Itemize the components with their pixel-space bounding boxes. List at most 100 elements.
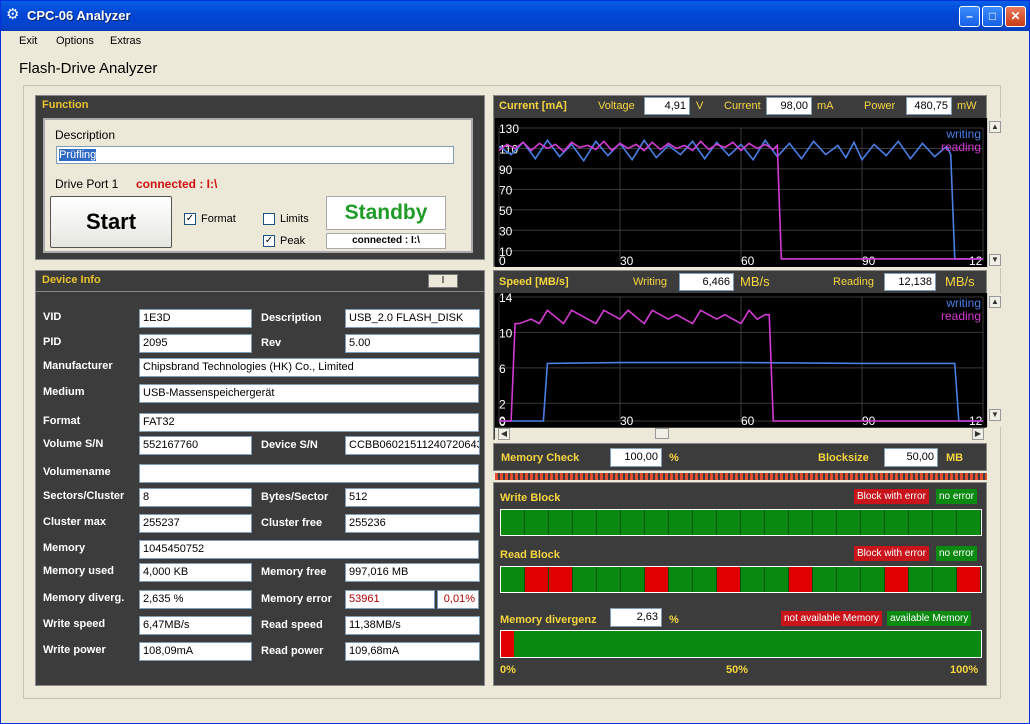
function-box: Description Prüfling Drive Port 1 connec… bbox=[43, 118, 473, 253]
device-label: PID bbox=[43, 336, 62, 348]
legend-reading: reading bbox=[941, 309, 981, 323]
device-value-3: 0,01% bbox=[437, 590, 479, 609]
device-value-2: 53961 bbox=[345, 590, 435, 609]
app-gear-icon: ⚙ bbox=[6, 6, 20, 23]
start-button[interactable]: Start bbox=[50, 196, 172, 248]
writing-unit: MB/s bbox=[740, 274, 770, 289]
connection-status: connected : I:\ bbox=[136, 177, 218, 191]
device-label-2: Device S/N bbox=[261, 439, 318, 451]
menu-options[interactable]: Options bbox=[56, 35, 94, 47]
chart-svg: 14106200 30 60 90 12writingreading bbox=[498, 293, 984, 427]
y-tick-label: 30 bbox=[499, 224, 513, 238]
hscroll-thumb[interactable] bbox=[655, 428, 669, 439]
writing-speed-field: 6,466 bbox=[679, 273, 734, 291]
format-checkbox[interactable]: ✓ bbox=[184, 213, 196, 225]
block-cell bbox=[549, 510, 573, 535]
speed-chart-vscrollbar[interactable]: ▲ ▼ bbox=[987, 293, 1001, 427]
blocksize-field[interactable]: 50,00 bbox=[884, 448, 938, 467]
y-tick-label: 14 bbox=[499, 293, 513, 305]
block-cell bbox=[621, 510, 645, 535]
peak-check-icon: ✓ bbox=[264, 235, 274, 246]
function-header: Function bbox=[42, 99, 89, 111]
scroll-right-icon[interactable]: ▶ bbox=[972, 428, 984, 440]
block-cell bbox=[717, 510, 741, 535]
block-cell bbox=[549, 567, 573, 592]
divider bbox=[36, 291, 484, 292]
device-value-2: USB_2.0 FLASH_DISK bbox=[345, 309, 480, 328]
device-value: 108,09mA bbox=[139, 642, 252, 661]
block-cell bbox=[885, 510, 909, 535]
peak-label: Peak bbox=[280, 235, 306, 247]
device-label: Memory bbox=[43, 542, 86, 554]
x-tick-label: 30 bbox=[620, 254, 634, 267]
speed-scroll-down-icon[interactable]: ▼ bbox=[989, 409, 1001, 421]
current-chart-scrollbar[interactable]: ▲ ▼ bbox=[987, 118, 1001, 268]
block-cell bbox=[573, 510, 597, 535]
device-value-2: 109,68mA bbox=[345, 642, 480, 661]
read-block-bar bbox=[500, 566, 982, 593]
write-legend-error: Block with error bbox=[854, 489, 929, 504]
block-cell bbox=[861, 510, 885, 535]
device-value-2: 512 bbox=[345, 488, 480, 507]
block-cell bbox=[957, 567, 981, 592]
device-label: Format bbox=[43, 415, 81, 427]
block-cell bbox=[909, 567, 933, 592]
write-legend-ok: no error bbox=[936, 489, 978, 504]
block-cell bbox=[837, 510, 861, 535]
block-cell bbox=[669, 510, 693, 535]
memory-divergenz-label: Memory divergenz bbox=[500, 614, 597, 626]
block-cell bbox=[789, 567, 813, 592]
current-field: 98,00 bbox=[766, 97, 812, 115]
block-cell bbox=[909, 510, 933, 535]
function-panel: Function Description Prüfling Drive Port… bbox=[35, 95, 485, 260]
device-value-2: 11,38MB/s bbox=[345, 616, 480, 635]
reading-speed-field: 12,138 bbox=[884, 273, 936, 291]
close-button[interactable]: ✕ bbox=[1005, 6, 1026, 27]
block-cell bbox=[789, 510, 813, 535]
scroll-down-icon[interactable]: ▼ bbox=[989, 254, 1001, 266]
block-cell bbox=[645, 567, 669, 592]
divergenz-tick-50: 50% bbox=[726, 664, 749, 676]
block-cell bbox=[717, 567, 741, 592]
menu-exit[interactable]: Exit bbox=[19, 35, 37, 47]
device-toggle-button[interactable]: I bbox=[428, 274, 458, 288]
reading-unit: MB/s bbox=[945, 274, 975, 289]
block-cell bbox=[957, 510, 981, 535]
limits-checkbox[interactable] bbox=[263, 213, 275, 225]
speed-chart-hscrollbar[interactable]: ◀ ▶ bbox=[495, 428, 987, 440]
description-input[interactable]: Prüfling bbox=[56, 146, 454, 164]
minimize-button[interactable]: – bbox=[959, 6, 980, 27]
block-cell bbox=[813, 567, 837, 592]
memory-check-field[interactable]: 100,00 bbox=[610, 448, 662, 467]
memory-check-panel: Memory Check 100,00 % Blocksize 50,00 MB bbox=[493, 443, 987, 471]
device-label-2: Memory error bbox=[261, 593, 332, 605]
menu-extras[interactable]: Extras bbox=[110, 35, 141, 47]
device-label-2: Description bbox=[261, 312, 322, 324]
memory-check-unit: % bbox=[669, 452, 679, 464]
window-title: CPC-06 Analyzer bbox=[27, 8, 131, 23]
scroll-up-icon[interactable]: ▲ bbox=[989, 121, 1001, 133]
device-value: 1E3D bbox=[139, 309, 252, 328]
device-label-2: Read power bbox=[261, 645, 324, 657]
device-label: Sectors/Cluster bbox=[43, 490, 125, 502]
maximize-button[interactable]: □ bbox=[982, 6, 1003, 27]
format-label: Format bbox=[201, 213, 236, 225]
peak-checkbox[interactable]: ✓ bbox=[263, 235, 275, 247]
device-info-header: Device Info bbox=[42, 274, 101, 286]
title-bar[interactable]: ⚙ CPC-06 Analyzer – □ ✕ bbox=[1, 1, 1029, 31]
device-value: 552167760 bbox=[139, 436, 252, 455]
block-cell bbox=[741, 567, 765, 592]
x-tick-label: 60 bbox=[741, 414, 755, 427]
x-tick-label: 0 bbox=[499, 254, 506, 267]
block-cell bbox=[741, 510, 765, 535]
scroll-left-icon[interactable]: ◀ bbox=[498, 428, 510, 440]
format-check-icon: ✓ bbox=[185, 213, 195, 224]
limits-label: Limits bbox=[280, 213, 309, 225]
block-cell bbox=[501, 567, 525, 592]
device-value: Chipsbrand Technologies (HK) Co., Limite… bbox=[139, 358, 479, 377]
speed-scroll-up-icon[interactable]: ▲ bbox=[989, 296, 1001, 308]
current-label: Current bbox=[724, 100, 761, 112]
close-icon: ✕ bbox=[1010, 9, 1021, 23]
device-value-2: 5.00 bbox=[345, 334, 480, 353]
device-value: USB-Massenspeichergerät bbox=[139, 384, 479, 403]
